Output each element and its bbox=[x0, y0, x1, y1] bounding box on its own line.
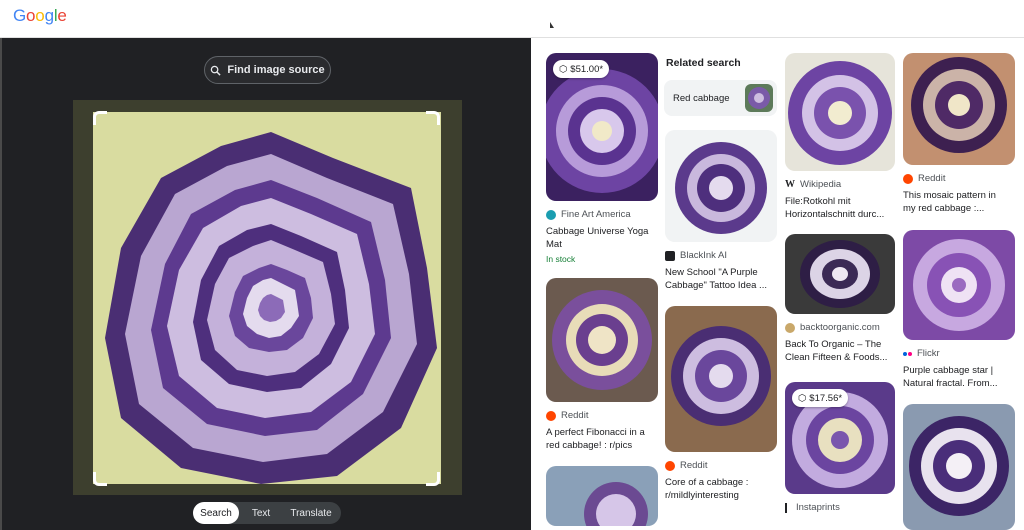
result-source: BlackInk AI bbox=[665, 250, 777, 261]
price-badge: ⬡ $17.56* bbox=[792, 389, 849, 407]
price-tag-icon: ⬡ bbox=[798, 392, 807, 404]
reddit-icon bbox=[546, 410, 556, 421]
result-card[interactable]: ⬡ $51.00* Fine Art America Cabbage Univer… bbox=[546, 53, 658, 264]
result-thumbnail[interactable] bbox=[665, 130, 777, 242]
result-card[interactable] bbox=[903, 404, 1015, 530]
result-thumbnail[interactable] bbox=[903, 404, 1015, 530]
result-title[interactable]: Back To Organic – The Clean Fifteen & Fo… bbox=[785, 338, 895, 364]
result-source: Flickr bbox=[903, 348, 1015, 359]
flickr-icon bbox=[903, 351, 912, 356]
result-thumbnail[interactable]: ⬡ $17.56* bbox=[785, 382, 895, 494]
wikipedia-icon: W bbox=[785, 179, 795, 190]
result-card[interactable]: BlackInk AI New School "A Purple Cabbage… bbox=[665, 130, 777, 292]
result-card[interactable]: ⬡ $17.56* Instaprints bbox=[785, 382, 895, 513]
related-chip-label: Red cabbage bbox=[673, 92, 730, 104]
result-title[interactable]: File:Rotkohl mit Horizontalschnitt durc.… bbox=[785, 195, 895, 221]
result-thumbnail[interactable] bbox=[903, 230, 1015, 340]
related-chip-thumbnail bbox=[745, 84, 773, 112]
result-thumbnail[interactable] bbox=[903, 53, 1015, 165]
mode-search-tab[interactable]: Search bbox=[193, 502, 239, 524]
result-title[interactable]: Cabbage Universe Yoga Mat bbox=[546, 225, 658, 251]
result-source: W Wikipedia bbox=[785, 179, 842, 190]
blackink-icon bbox=[665, 250, 675, 261]
result-title[interactable]: Core of a cabbage : r/mildlyinteresting bbox=[665, 476, 777, 502]
logo-letter: G bbox=[13, 6, 27, 25]
logo-letter: e bbox=[57, 6, 67, 25]
result-card[interactable]: Reddit This mosaic pattern in my red cab… bbox=[903, 53, 1015, 215]
mode-translate-tab[interactable]: Translate bbox=[283, 502, 339, 524]
result-thumbnail[interactable] bbox=[546, 466, 658, 526]
result-thumbnail[interactable] bbox=[665, 306, 777, 452]
crop-handle-top-left[interactable] bbox=[93, 111, 107, 125]
reddit-icon bbox=[903, 173, 913, 184]
result-thumbnail[interactable] bbox=[785, 234, 895, 314]
backtoorganic-icon bbox=[785, 322, 795, 333]
instaprints-icon bbox=[785, 502, 787, 513]
result-card[interactable]: Flickr Purple cabbage star | Natural fra… bbox=[903, 230, 1015, 390]
top-bar: Google bbox=[0, 0, 1024, 38]
mode-switcher: Search Text Translate bbox=[193, 502, 341, 524]
logo-letter: g bbox=[44, 6, 54, 25]
crop-handle-bottom-right[interactable] bbox=[426, 472, 440, 486]
result-thumbnail[interactable]: ⬡ $51.00* bbox=[546, 53, 658, 201]
result-thumbnail[interactable] bbox=[785, 53, 895, 171]
reddit-icon bbox=[665, 460, 675, 471]
results-pane: ⬡ $51.00* Fine Art America Cabbage Univer… bbox=[531, 38, 1024, 530]
result-thumbnail[interactable] bbox=[546, 278, 658, 402]
mode-text-tab[interactable]: Text bbox=[239, 502, 283, 524]
result-source: Reddit bbox=[665, 460, 777, 471]
result-card[interactable]: W Wikipedia File:Rotkohl mit Horizontalsc… bbox=[785, 53, 895, 221]
result-card[interactable] bbox=[546, 466, 658, 526]
logo-letter: o bbox=[35, 6, 45, 25]
stock-status: In stock bbox=[546, 254, 576, 264]
fineartamerica-icon bbox=[546, 209, 556, 220]
result-title[interactable]: Purple cabbage star | Natural fractal. F… bbox=[903, 364, 1015, 390]
result-title[interactable]: A perfect Fibonacci in a red cabbage! : … bbox=[546, 426, 658, 452]
result-card[interactable]: backtoorganic.com Back To Organic – The … bbox=[785, 234, 895, 364]
result-source: Fine Art America bbox=[546, 209, 658, 220]
price-tag-icon: ⬡ bbox=[559, 63, 568, 75]
result-source: backtoorganic.com bbox=[785, 322, 895, 333]
find-image-source-button[interactable]: Find image source bbox=[204, 56, 331, 84]
crop-handle-top-right[interactable] bbox=[426, 111, 440, 125]
query-image[interactable] bbox=[73, 100, 462, 495]
result-title[interactable]: This mosaic pattern in my red cabbage :.… bbox=[903, 189, 1015, 215]
crop-handle-bottom-left[interactable] bbox=[93, 472, 107, 486]
find-image-source-label: Find image source bbox=[227, 64, 325, 76]
result-source: Reddit bbox=[546, 410, 658, 421]
red-cabbage-cross-section bbox=[93, 112, 441, 484]
google-logo[interactable]: Google bbox=[13, 6, 67, 26]
result-source: Instaprints bbox=[785, 502, 895, 513]
image-viewer-pane: Find image source Search Text Translate bbox=[0, 38, 531, 530]
lens-search-icon bbox=[211, 65, 221, 76]
mouse-cursor-icon bbox=[550, 22, 554, 28]
result-title[interactable]: New School "A Purple Cabbage" Tattoo Ide… bbox=[665, 266, 777, 292]
related-search-chip[interactable]: Red cabbage bbox=[664, 80, 777, 116]
result-card[interactable]: Reddit A perfect Fibonacci in a red cabb… bbox=[546, 278, 658, 452]
result-source: Reddit bbox=[903, 173, 1015, 184]
result-card[interactable]: Reddit Core of a cabbage : r/mildlyinter… bbox=[665, 306, 777, 502]
related-search-heading: Related search bbox=[666, 57, 741, 69]
price-badge: ⬡ $51.00* bbox=[553, 60, 610, 78]
logo-letter: o bbox=[26, 6, 36, 25]
